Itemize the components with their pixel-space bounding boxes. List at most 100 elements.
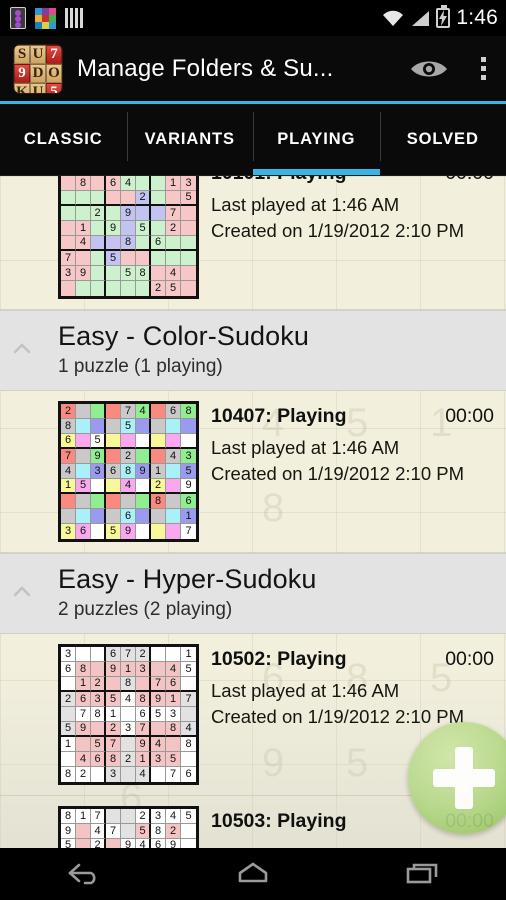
puzzle-cell xyxy=(61,707,76,722)
puzzle-cell xyxy=(151,509,166,524)
puzzle-cell: 9 xyxy=(121,524,136,539)
puzzle-cell: 7 xyxy=(121,647,136,662)
puzzle-cell: 1 xyxy=(76,221,91,236)
puzzle-cell xyxy=(76,494,91,509)
puzzle-cell xyxy=(61,281,76,296)
puzzle-cell: 9 xyxy=(61,824,76,839)
app-logo-tile: 5 xyxy=(46,82,62,93)
status-bar: 1:46 xyxy=(0,0,506,36)
puzzle-cell xyxy=(76,449,91,464)
puzzle-cell: 8 xyxy=(76,176,91,191)
wifi-icon xyxy=(382,10,404,27)
puzzle-cell: 5 xyxy=(181,662,196,677)
puzzle-cell: 7 xyxy=(76,707,91,722)
puzzle-cell: 6 xyxy=(91,752,106,767)
tab-label: SOLVED xyxy=(406,130,479,149)
puzzle-cell: 1 xyxy=(136,752,151,767)
folder-section-header[interactable]: Easy - Hyper-Sudoku 2 puzzles (2 playing) xyxy=(0,553,506,634)
puzzle-cell: 4 xyxy=(91,824,106,839)
puzzle-cell: 3 xyxy=(121,722,136,737)
nav-recents-button[interactable] xyxy=(377,848,467,900)
puzzle-cell: 6 xyxy=(61,662,76,677)
puzzle-cell xyxy=(76,281,91,296)
puzzle-cell xyxy=(121,809,136,824)
puzzle-cell: 5 xyxy=(136,824,151,839)
page-title: Manage Folders & Su... xyxy=(77,54,334,82)
puzzle-cell xyxy=(106,677,121,692)
puzzle-cell: 5 xyxy=(106,524,121,539)
puzzle-cell xyxy=(136,449,151,464)
folder-title: Easy - Hyper-Sudoku xyxy=(58,564,317,594)
puzzle-cell xyxy=(136,281,151,296)
tab-variants[interactable]: VARIANTS xyxy=(126,104,254,175)
puzzle-cell xyxy=(91,236,106,251)
puzzle-cell xyxy=(136,236,151,251)
puzzle-cell: 3 xyxy=(61,524,76,539)
puzzle-thumbnail[interactable]: 8172345947582529469 xyxy=(58,806,199,848)
puzzle-cell xyxy=(166,464,181,479)
puzzle-cell: 1 xyxy=(121,662,136,677)
puzzle-cell xyxy=(151,176,166,191)
puzzle-cell: 3 xyxy=(166,707,181,722)
puzzle-cell xyxy=(61,221,76,236)
overflow-menu-icon[interactable] xyxy=(460,36,506,101)
puzzle-cell: 7 xyxy=(166,206,181,221)
puzzle-cell xyxy=(121,707,136,722)
puzzle-cell: 8 xyxy=(181,737,196,752)
puzzle-cell xyxy=(106,404,121,419)
puzzle-cell: 6 xyxy=(151,839,166,848)
tab-classic[interactable]: CLASSIC xyxy=(0,104,127,175)
puzzle-cell xyxy=(61,509,76,524)
puzzle-cell xyxy=(181,824,196,839)
puzzle-list-item[interactable]: 748641325297195248675395842510101: Playi… xyxy=(0,176,506,310)
puzzle-cell xyxy=(181,236,196,251)
puzzle-cell xyxy=(121,737,136,752)
puzzle-timer: 00:00 xyxy=(445,405,494,427)
puzzle-cell: 4 xyxy=(76,236,91,251)
tab-playing[interactable]: PLAYING xyxy=(253,104,380,175)
puzzle-created: Created on 1/19/2012 2:10 PM xyxy=(211,220,465,241)
puzzle-cell xyxy=(136,176,151,191)
puzzle-cell xyxy=(166,647,181,662)
puzzle-cell: 3 xyxy=(91,692,106,707)
puzzle-cell xyxy=(151,191,166,206)
puzzle-cell: 1 xyxy=(181,647,196,662)
puzzle-cell xyxy=(91,191,106,206)
puzzle-cell: 6 xyxy=(106,464,121,479)
puzzle-cell: 4 xyxy=(136,767,151,782)
app-logo-tile: O xyxy=(46,63,62,83)
puzzle-cell: 2 xyxy=(91,677,106,692)
nav-home-button[interactable] xyxy=(208,848,298,900)
puzzle-cell: 2 xyxy=(76,767,91,782)
puzzle-cell xyxy=(61,752,76,767)
puzzle-cell xyxy=(166,494,181,509)
puzzle-cell xyxy=(76,647,91,662)
puzzle-thumbnail[interactable]: 7486413252971952486753958425 xyxy=(58,176,199,299)
app-logo-icon[interactable]: SU79DOKU5 xyxy=(13,43,63,94)
tab-solved[interactable]: SOLVED xyxy=(379,104,506,175)
folder-section-header[interactable]: Easy - Color-Sudoku 1 puzzle (1 playing) xyxy=(0,310,506,391)
puzzle-cell xyxy=(181,677,196,692)
tab-bar: CLASSIC VARIANTS PLAYING SOLVED xyxy=(0,104,506,176)
eye-icon[interactable] xyxy=(398,36,460,101)
puzzle-cell: 7 xyxy=(106,824,121,839)
puzzle-title: 10503: Playing xyxy=(211,810,347,832)
puzzle-info: 10502: Playing 00:00 Last played at 1:46 A… xyxy=(199,644,494,728)
puzzle-cell: 7 xyxy=(181,524,196,539)
puzzle-list-item[interactable]: 2 7 4 6 8 8 5 6 5 7 9 2 4 3 4 3 6 8 9 1 5 1 5 4 2 9 8 6 6 1 3 6 5 9 7 10407… xyxy=(0,391,506,553)
puzzle-thumbnail[interactable]: 27468856579243436891515429866136597 xyxy=(58,401,199,542)
puzzle-cell: 2 xyxy=(121,449,136,464)
puzzle-last-played: Last played at 1:46 AM xyxy=(211,680,400,701)
chevron-up-icon[interactable] xyxy=(12,582,32,602)
puzzle-cell xyxy=(136,479,151,494)
nav-back-button[interactable] xyxy=(39,848,129,900)
puzzle-cell: 4 xyxy=(181,722,196,737)
puzzle-thumbnail[interactable]: 3672168913451287626354891778165359237841… xyxy=(58,644,199,785)
chevron-up-icon[interactable] xyxy=(12,339,32,359)
puzzle-cell: 8 xyxy=(166,722,181,737)
puzzle-cell xyxy=(91,509,106,524)
puzzle-cell xyxy=(76,251,91,266)
puzzle-cell xyxy=(121,281,136,296)
puzzle-last-played: Last played at 1:46 AM xyxy=(211,437,400,458)
puzzle-cell: 9 xyxy=(136,464,151,479)
